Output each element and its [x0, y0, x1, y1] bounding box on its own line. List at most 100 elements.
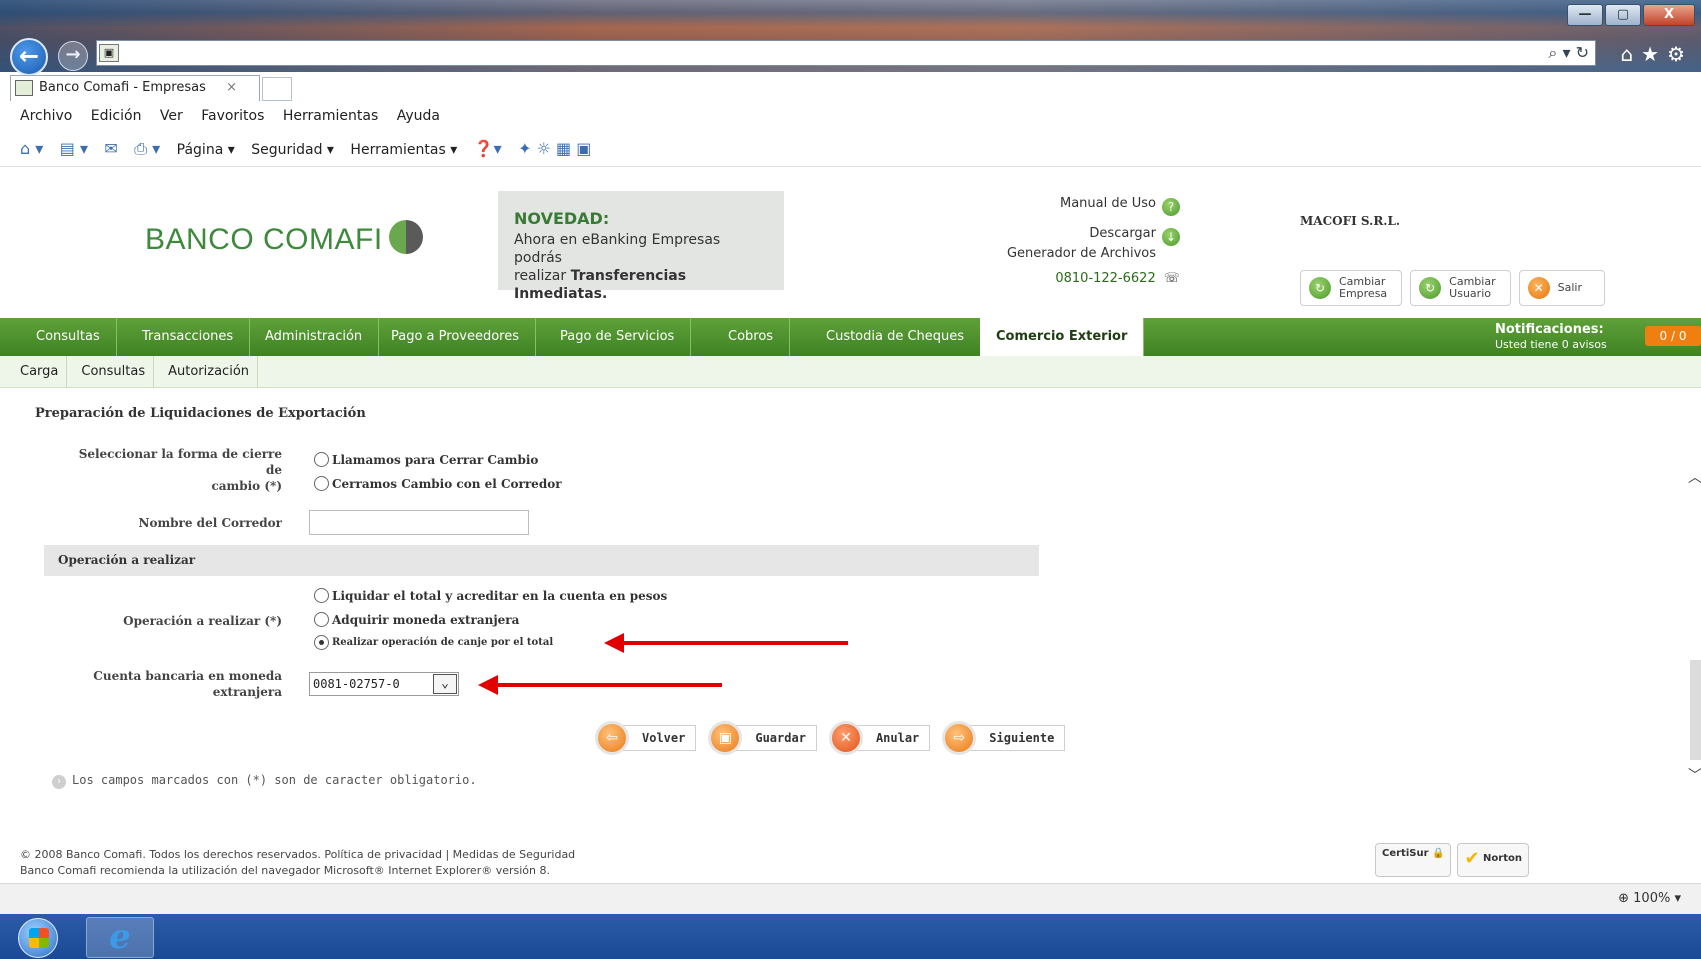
- taskbar: e: [0, 914, 1701, 959]
- scroll-down-icon[interactable]: ﹀: [1688, 765, 1701, 785]
- nav-custodia-cheques[interactable]: Custodia de Cheques: [810, 318, 982, 356]
- back-form-button[interactable]: ⇦ Volver: [595, 721, 697, 755]
- window-controls: — ▢ X: [1567, 4, 1695, 26]
- account-label-1: Cuenta bancaria en moneda: [93, 669, 282, 683]
- radio-circle[interactable]: [314, 612, 329, 627]
- feeds-icon[interactable]: ▤ ▾: [60, 131, 88, 167]
- radio-cerramos[interactable]: Cerramos Cambio con el Corredor: [314, 476, 562, 491]
- change-company-label-2: Empresa: [1339, 287, 1388, 300]
- tab-banco-comafi[interactable]: Banco Comafi - Empresas ×: [10, 75, 260, 101]
- radio-circle[interactable]: [314, 452, 329, 467]
- exit-button[interactable]: ✕ Salir: [1518, 270, 1605, 306]
- address-bar[interactable]: ▣ ⌕ ▾ ↻: [96, 40, 1596, 66]
- menu-bar: Archivo Edición Ver Favoritos Herramient…: [0, 101, 1701, 131]
- mail-icon[interactable]: ✉: [104, 131, 117, 167]
- section-operation: Operación a realizar: [44, 545, 1039, 576]
- annotation-arrow-2: [478, 675, 722, 695]
- promo-line-1: Ahora en eBanking Empresas podrás: [514, 232, 721, 266]
- change-user-button[interactable]: ↻ Cambiar Usuario: [1410, 270, 1511, 306]
- subnav-consultas[interactable]: Consultas: [67, 356, 155, 388]
- radio-circle-selected[interactable]: [314, 635, 329, 650]
- next-button[interactable]: ⇨ Siguiente: [942, 721, 1066, 755]
- home-icon[interactable]: ⌂ ▾: [20, 131, 43, 167]
- print-icon[interactable]: ⎙ ▾: [134, 131, 160, 167]
- menu-edicion[interactable]: Edición: [91, 101, 142, 131]
- radio-llamamos[interactable]: Llamamos para Cerrar Cambio: [314, 452, 538, 467]
- save-label: Guardar: [736, 725, 817, 751]
- norton-seal[interactable]: ✔ Norton: [1457, 843, 1529, 877]
- cmd-seguridad[interactable]: Seguridad ▾: [251, 132, 334, 168]
- page-scrollbar[interactable]: ︿ ﹀: [1688, 445, 1701, 800]
- menu-ayuda[interactable]: Ayuda: [397, 101, 440, 131]
- broker-label: Nombre del Corredor: [138, 516, 282, 530]
- zoom-control[interactable]: ⊕ 100% ▾: [1618, 891, 1681, 906]
- download-link[interactable]: Descargar ↓ Generador de Archivos: [960, 226, 1180, 261]
- maximize-button[interactable]: ▢: [1605, 4, 1641, 26]
- certisur-seal[interactable]: CertiSur 🔒: [1375, 843, 1452, 877]
- menu-favoritos[interactable]: Favoritos: [201, 101, 264, 131]
- nav-pago-proveedores[interactable]: Pago a Proveedores: [375, 318, 537, 356]
- change-company-label: Cambiar Empresa: [1339, 276, 1387, 300]
- subnav-autorizacion[interactable]: Autorización: [154, 356, 259, 388]
- cancel-button[interactable]: ✕ Anular: [828, 721, 931, 755]
- footer-line-1: © 2008 Banco Comafi. Todos los derechos …: [20, 848, 576, 861]
- nav-transacciones[interactable]: Transacciones: [126, 318, 251, 356]
- operation-label: Operación a realizar (*): [123, 614, 282, 628]
- notifications[interactable]: Notificaciones: Usted tiene 0 avisos: [1495, 322, 1607, 352]
- radio-canje[interactable]: Realizar operación de canje por el total: [314, 635, 553, 650]
- radio-liquidar-label: Liquidar el total y acreditar en la cuen…: [332, 588, 668, 603]
- sub-navigation: Carga Consultas Autorización: [0, 356, 1701, 388]
- phone-icon: ☏: [1163, 271, 1180, 286]
- promo-banner[interactable]: NOVEDAD: Ahora en eBanking Empresas podr…: [498, 191, 784, 302]
- zoom-icon: ⊕: [1618, 891, 1630, 906]
- nav-pago-servicios[interactable]: Pago de Servicios: [544, 318, 692, 356]
- broker-name-input[interactable]: [309, 510, 529, 535]
- radio-adquirir[interactable]: Adquirir moneda extranjera: [314, 612, 519, 627]
- footer-line-2: Banco Comafi recomienda la utilización d…: [20, 864, 550, 877]
- nav-consultas[interactable]: Consultas: [20, 318, 117, 356]
- help-icon[interactable]: ❓▾: [474, 131, 502, 167]
- help-icon: ?: [1162, 198, 1180, 216]
- promo-title: NOVEDAD:: [514, 209, 610, 228]
- minimize-button[interactable]: —: [1567, 4, 1603, 26]
- back-form-label: Volver: [623, 725, 697, 751]
- addon-icons[interactable]: ✦ ☼ ▦ ▣: [518, 131, 591, 167]
- menu-archivo[interactable]: Archivo: [20, 101, 72, 131]
- close-type-label-2: cambio (*): [211, 479, 282, 493]
- nav-comercio-exterior[interactable]: Comercio Exterior: [980, 318, 1145, 356]
- cmd-pagina[interactable]: Página ▾: [177, 132, 235, 168]
- cancel-x-icon: ✕: [828, 721, 863, 755]
- account-select[interactable]: 0081-02757-0 ⌄: [309, 672, 459, 696]
- radio-circle[interactable]: [314, 476, 329, 491]
- back-button[interactable]: ←: [10, 38, 48, 76]
- notifications-badge[interactable]: 0 / 0: [1645, 326, 1701, 346]
- scroll-up-icon[interactable]: ︿: [1688, 467, 1701, 487]
- account-label-2: extranjera: [212, 685, 282, 699]
- subnav-carga[interactable]: Carga: [0, 356, 68, 388]
- manual-link[interactable]: Manual de Uso?: [960, 196, 1180, 216]
- change-company-button[interactable]: ↻ Cambiar Empresa: [1300, 270, 1403, 306]
- forward-button[interactable]: →: [58, 41, 88, 71]
- scroll-thumb[interactable]: [1690, 660, 1701, 760]
- menu-ver[interactable]: Ver: [160, 101, 183, 131]
- radio-llamamos-label: Llamamos para Cerrar Cambio: [332, 452, 539, 467]
- internet-explorer-task-icon[interactable]: e: [86, 917, 154, 958]
- radio-liquidar[interactable]: Liquidar el total y acreditar en la cuen…: [314, 588, 667, 603]
- chevron-down-icon[interactable]: ⌄: [433, 674, 457, 694]
- tab-title: Banco Comafi - Empresas: [39, 80, 206, 95]
- new-tab-button[interactable]: [262, 77, 292, 101]
- bank-logo[interactable]: BANCO COMAFI: [145, 220, 423, 257]
- menu-herramientas[interactable]: Herramientas: [283, 101, 378, 131]
- start-button[interactable]: [18, 918, 58, 958]
- cmd-herramientas[interactable]: Herramientas ▾: [350, 132, 457, 168]
- nav-cobros[interactable]: Cobros: [712, 318, 791, 356]
- save-button[interactable]: ▣ Guardar: [708, 721, 817, 755]
- nav-administracion[interactable]: Administración: [249, 318, 380, 356]
- exit-icon: ✕: [1527, 277, 1550, 299]
- radio-circle[interactable]: [314, 588, 329, 603]
- home-favorites-settings-icons[interactable]: ⌂★⚙: [1620, 42, 1693, 66]
- info-icon: ›: [52, 775, 66, 789]
- close-window-button[interactable]: X: [1643, 4, 1695, 26]
- tab-close-icon[interactable]: ×: [226, 76, 237, 100]
- address-tools[interactable]: ⌕ ▾ ↻: [1548, 43, 1589, 63]
